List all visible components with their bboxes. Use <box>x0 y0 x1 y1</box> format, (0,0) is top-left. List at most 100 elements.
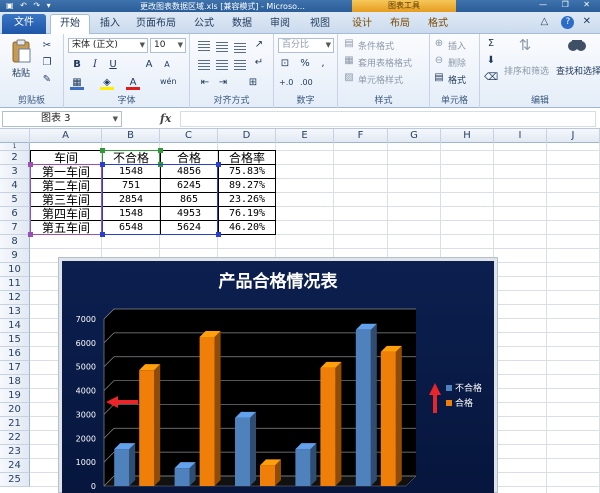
range-resize-handle[interactable] <box>100 232 105 237</box>
wrap-text-icon[interactable]: ↵ <box>252 56 266 70</box>
table-cell[interactable]: 6548 <box>102 221 160 235</box>
row-header-15[interactable]: 15 <box>0 333 30 347</box>
fill-color-icon[interactable]: ◈ <box>100 76 114 90</box>
table-cell[interactable]: 4953 <box>160 207 218 221</box>
bar[interactable] <box>235 417 250 486</box>
row-header-8[interactable]: 8 <box>0 235 30 249</box>
table-row-label[interactable]: 第五车间 <box>30 221 102 235</box>
number-format-combo[interactable]: 百分比 ▼ <box>278 38 334 53</box>
table-cell[interactable]: 6245 <box>160 179 218 193</box>
sort-filter-icon[interactable]: ⇅ <box>518 38 532 53</box>
row-header-25[interactable]: 25 <box>0 473 30 487</box>
bar[interactable] <box>355 329 371 486</box>
align-top-icon[interactable] <box>198 41 210 51</box>
find-select-button[interactable]: 查找和选择 <box>556 64 600 77</box>
select-all-corner[interactable] <box>0 129 30 143</box>
align-left-icon[interactable] <box>198 60 210 70</box>
tab-home[interactable]: 开始 <box>50 14 90 34</box>
format-painter-icon[interactable]: ✎ <box>40 73 54 87</box>
column-header-d[interactable]: D <box>218 129 276 143</box>
table-cell[interactable]: 4856 <box>160 165 218 179</box>
table-cell[interactable]: 75.83% <box>218 165 276 179</box>
row-header-12[interactable]: 12 <box>0 291 30 305</box>
legend-swatch[interactable] <box>446 400 452 406</box>
shrink-font-button[interactable]: A <box>160 58 174 72</box>
range-resize-handle[interactable] <box>28 162 33 167</box>
tab-formulas[interactable]: 公式 <box>186 15 222 34</box>
format-cells-button[interactable]: 格式 <box>448 73 466 86</box>
legend-entry[interactable]: 不合格 <box>455 382 482 394</box>
row-header-6[interactable]: 6 <box>0 207 30 221</box>
legend-entry[interactable]: 合格 <box>455 397 473 409</box>
clear-icon[interactable]: ⌫ <box>484 71 498 85</box>
table-cell[interactable]: 1548 <box>102 165 160 179</box>
delete-cells-icon[interactable]: ⊖ <box>432 54 446 68</box>
align-middle-icon[interactable] <box>216 42 228 52</box>
bar[interactable] <box>320 367 336 486</box>
format-as-table-button[interactable]: 套用表格格式 <box>358 56 412 69</box>
row-header-23[interactable]: 23 <box>0 445 30 459</box>
table-cell[interactable]: 76.19% <box>218 207 276 221</box>
phonetic-button[interactable]: wén <box>160 77 177 86</box>
table-header-cell[interactable]: 车间 <box>30 151 102 165</box>
autosum-button[interactable]: Σ <box>484 37 498 51</box>
row-header-20[interactable]: 20 <box>0 403 30 417</box>
row-header-21[interactable]: 21 <box>0 417 30 431</box>
bar[interactable] <box>199 337 215 486</box>
range-resize-handle[interactable] <box>100 148 105 153</box>
range-resize-handle[interactable] <box>216 162 221 167</box>
row-header-2[interactable]: 2 <box>0 151 30 165</box>
table-row-label[interactable]: 第一车间 <box>30 165 102 179</box>
table-row-label[interactable]: 第三车间 <box>30 193 102 207</box>
font-color-icon[interactable]: A <box>126 76 140 90</box>
column-header-e[interactable]: E <box>276 129 334 143</box>
row-header-19[interactable]: 19 <box>0 389 30 403</box>
column-header-b[interactable]: B <box>102 129 160 143</box>
column-chart[interactable]: 产品合格情况表 0 1000 2000 3000 4000 5000 6000 7000 不合格合… <box>62 261 494 493</box>
tab-file[interactable]: 文件 <box>2 14 46 34</box>
cell-styles-icon[interactable]: ▨ <box>342 71 356 85</box>
table-cell[interactable]: 5624 <box>160 221 218 235</box>
range-resize-handle[interactable] <box>158 162 163 167</box>
font-size-combo[interactable]: 10 ▼ <box>150 38 186 53</box>
row-header-11[interactable]: 11 <box>0 277 30 291</box>
paste-icon[interactable] <box>10 38 32 64</box>
insert-function-icon[interactable]: fx <box>160 112 171 125</box>
orientation-icon[interactable]: ↗ <box>252 38 266 52</box>
fill-icon[interactable]: ⬇ <box>484 54 498 68</box>
bar[interactable] <box>380 351 396 486</box>
align-bottom-icon[interactable] <box>234 43 246 53</box>
table-cell[interactable]: 865 <box>160 193 218 207</box>
row-header-16[interactable]: 16 <box>0 347 30 361</box>
tab-data[interactable]: 数据 <box>224 15 260 34</box>
insert-cells-icon[interactable]: ⊕ <box>432 37 446 51</box>
format-cells-icon[interactable]: ▤ <box>432 71 446 85</box>
copy-icon[interactable]: ❐ <box>40 56 54 70</box>
increase-indent-icon[interactable]: ⇥ <box>216 76 230 90</box>
insert-cells-button[interactable]: 插入 <box>448 39 466 52</box>
column-header-h[interactable]: H <box>441 129 494 143</box>
name-box[interactable]: 图表 3 ▼ <box>2 111 122 127</box>
bar[interactable] <box>295 449 311 486</box>
percent-style-button[interactable]: % <box>298 57 312 71</box>
minimize-ribbon-icon[interactable]: △ <box>541 16 554 27</box>
row-header-3[interactable]: 3 <box>0 165 30 179</box>
table-cell[interactable]: 23.26% <box>218 193 276 207</box>
row-header-17[interactable]: 17 <box>0 361 30 375</box>
row-header-24[interactable]: 24 <box>0 459 30 473</box>
find-select-icon[interactable] <box>566 37 588 59</box>
window-controls[interactable]: — ❐ ✕ <box>539 0 596 9</box>
tab-insert[interactable]: 插入 <box>92 15 128 34</box>
format-as-table-icon[interactable]: ▦ <box>342 54 356 68</box>
accounting-format-icon[interactable]: ⊡ <box>278 57 292 71</box>
paste-button[interactable]: 粘贴 <box>12 66 30 79</box>
close-workbook-icon[interactable]: ✕ <box>583 16 596 27</box>
column-header-j[interactable]: J <box>547 129 600 143</box>
bar[interactable] <box>139 370 155 486</box>
comma-style-button[interactable]: , <box>316 57 330 71</box>
column-header-g[interactable]: G <box>388 129 441 143</box>
delete-cells-button[interactable]: 删除 <box>448 56 466 69</box>
table-cell[interactable]: 46.20% <box>218 221 276 235</box>
cut-icon[interactable]: ✂ <box>40 39 54 53</box>
font-name-combo[interactable]: 宋体 (正文) ▼ <box>68 38 148 53</box>
